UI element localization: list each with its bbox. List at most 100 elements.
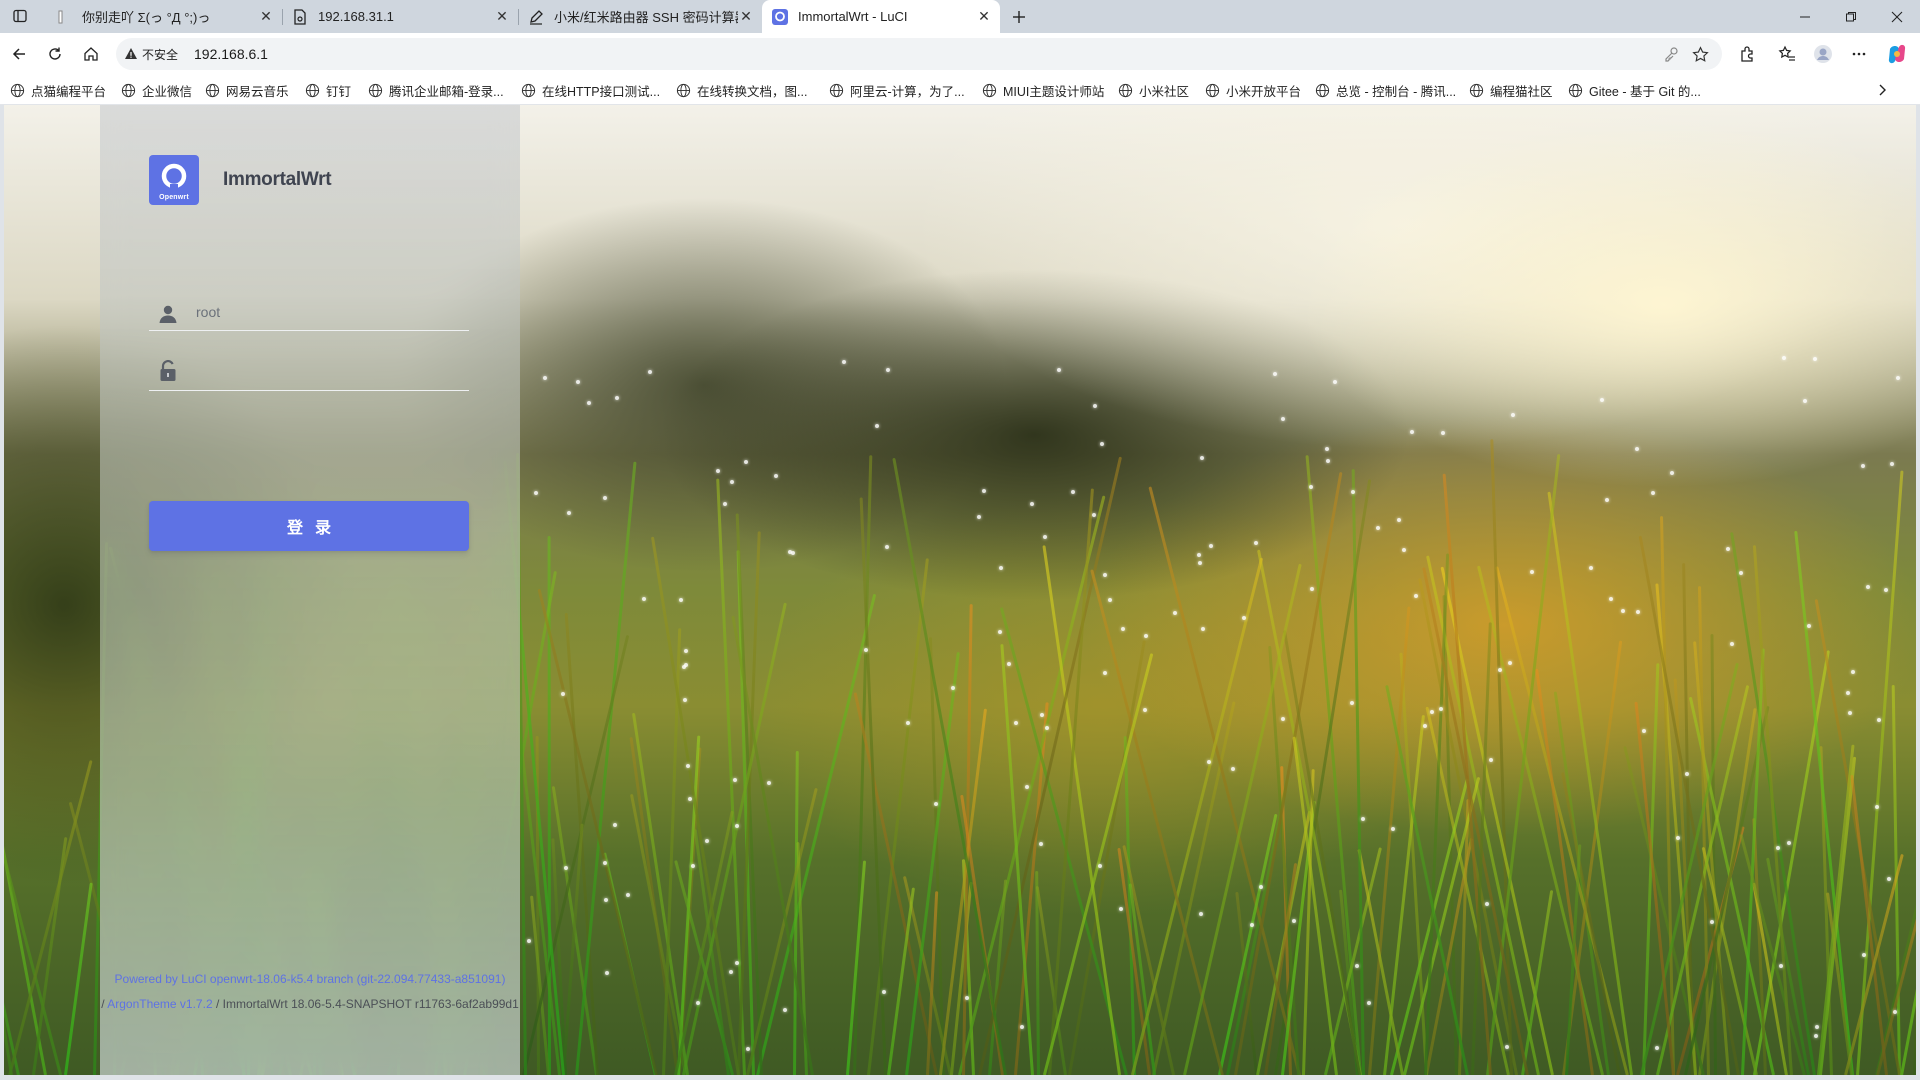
- more-menu-icon[interactable]: [1846, 41, 1872, 67]
- bookmark-item[interactable]: 企业微信: [121, 81, 192, 99]
- dew-drop: [696, 1000, 701, 1005]
- chevron-right-icon[interactable]: [1874, 81, 1892, 99]
- favorites-icon[interactable]: [1774, 41, 1800, 67]
- user-icon: [157, 303, 179, 325]
- tab-actions-icon[interactable]: [9, 6, 31, 26]
- key-icon[interactable]: [1662, 45, 1680, 63]
- copilot-icon[interactable]: [1884, 41, 1910, 67]
- home-icon[interactable]: [78, 41, 104, 67]
- tab-2[interactable]: 192.168.31.1 ✕: [282, 0, 518, 33]
- bookmark-item[interactable]: 在线HTTP接口测试...: [521, 81, 660, 99]
- dew-drop: [1814, 1034, 1819, 1039]
- dew-drop: [1815, 1024, 1820, 1029]
- dew-drop: [1635, 447, 1640, 452]
- dew-drop: [783, 1008, 788, 1013]
- dew-drop: [1093, 403, 1098, 408]
- dew-drop: [1091, 512, 1096, 517]
- login-panel: Openwrt ImmortalWrt 登录 Powered by LuCI o…: [100, 105, 520, 1075]
- username-field[interactable]: [149, 291, 469, 331]
- dew-drop: [729, 970, 734, 975]
- refresh-icon[interactable]: [42, 41, 68, 67]
- close-window-button[interactable]: [1874, 0, 1920, 33]
- grass-blade: [63, 882, 93, 1075]
- dew-drop: [1890, 462, 1895, 467]
- new-tab-button[interactable]: [1006, 4, 1032, 30]
- dew-drop: [567, 511, 572, 516]
- login-button[interactable]: 登录: [149, 501, 469, 551]
- warning-icon: [125, 48, 137, 59]
- dew-drop: [683, 697, 688, 702]
- bookmark-item[interactable]: 小米社区: [1118, 81, 1189, 99]
- dew-drop: [1367, 1001, 1371, 1006]
- minimize-button[interactable]: [1782, 0, 1828, 33]
- close-icon[interactable]: ✕: [738, 8, 754, 25]
- bookmark-item[interactable]: 腾讯企业邮箱-登录...: [368, 81, 504, 99]
- dew-drop: [1272, 372, 1277, 377]
- dew-drop: [1609, 597, 1614, 602]
- dew-drop: [1280, 417, 1285, 422]
- dew-drop: [934, 802, 938, 806]
- grass-blade: [859, 497, 888, 1075]
- dew-drop: [1530, 569, 1535, 574]
- tab-1[interactable]: 你别走吖 Σ(っ °Д °;)っ ✕: [46, 0, 282, 33]
- dew-drop: [1197, 553, 1202, 557]
- restore-button[interactable]: [1828, 0, 1874, 33]
- dew-drop: [950, 685, 955, 690]
- dew-drop: [1103, 670, 1108, 675]
- dew-drop: [885, 368, 890, 373]
- dew-drop: [1071, 490, 1076, 495]
- dew-drop: [981, 488, 986, 493]
- dew-drop: [1440, 431, 1445, 436]
- username-input[interactable]: [196, 299, 461, 325]
- close-icon[interactable]: ✕: [494, 8, 510, 25]
- dew-drop: [1484, 902, 1489, 907]
- dew-drop: [1098, 864, 1103, 868]
- dew-drop: [1207, 759, 1212, 764]
- dew-drop: [1201, 626, 1206, 631]
- dew-drop: [526, 938, 531, 943]
- profile-avatar-icon[interactable]: [1810, 41, 1836, 67]
- tab-4-active[interactable]: ImmortalWrt - LuCI ✕: [762, 0, 1000, 33]
- luci-powered-by-link[interactable]: Powered by LuCI openwrt-18.06-k5.4 branc…: [115, 972, 506, 986]
- dew-drop: [1802, 399, 1807, 404]
- dew-drop: [1199, 912, 1204, 917]
- dew-drop: [1143, 707, 1148, 712]
- dew-drop: [1281, 717, 1286, 722]
- bookmark-item[interactable]: 阿里云-计算，为了...: [829, 81, 965, 99]
- dew-drop: [1642, 729, 1647, 734]
- extensions-icon[interactable]: [1734, 41, 1760, 67]
- globe-icon: [676, 83, 691, 97]
- bookmark-item[interactable]: 在线转换文档，图...: [676, 81, 807, 99]
- tab-3[interactable]: 小米/红米路由器 SSH 密码计算器 ✕: [518, 0, 762, 33]
- dew-drop: [1786, 841, 1791, 846]
- dew-drop: [1230, 766, 1235, 771]
- bookmark-item[interactable]: 编程猫社区: [1469, 81, 1553, 99]
- dew-drop: [564, 865, 569, 870]
- close-icon[interactable]: ✕: [976, 8, 992, 25]
- url-text[interactable]: 192.168.6.1: [194, 46, 268, 62]
- security-indicator[interactable]: 不安全: [124, 45, 178, 63]
- address-bar[interactable]: 不安全 192.168.6.1: [116, 38, 1722, 70]
- bookmark-item[interactable]: 总览 - 控制台 - 腾讯...: [1315, 81, 1456, 99]
- close-icon[interactable]: ✕: [258, 8, 274, 25]
- bookmark-item[interactable]: 网易云音乐: [205, 81, 289, 99]
- favorite-star-icon[interactable]: [1691, 45, 1709, 63]
- bookmark-item[interactable]: 小米开放平台: [1205, 81, 1301, 99]
- argon-theme-link[interactable]: ArgonTheme v1.7.2: [107, 997, 212, 1011]
- dew-drop: [1019, 1025, 1024, 1030]
- dew-drop: [683, 663, 688, 668]
- password-input[interactable]: [196, 359, 461, 385]
- dew-drop: [626, 893, 631, 898]
- grass-blade: [1535, 668, 1595, 1075]
- bookmark-item[interactable]: 钉钉: [305, 81, 351, 99]
- grass-blade: [1547, 491, 1633, 1075]
- bookmark-item[interactable]: 点猫编程平台: [10, 81, 106, 99]
- dew-drop: [1039, 842, 1044, 847]
- dew-drop: [1846, 691, 1851, 695]
- back-icon[interactable]: [6, 41, 32, 67]
- dew-drop: [881, 989, 886, 994]
- dew-drop: [1309, 484, 1314, 489]
- bookmark-item[interactable]: MIUI主题设计师站: [982, 81, 1104, 99]
- password-field[interactable]: [149, 351, 469, 391]
- bookmark-item[interactable]: Gitee - 基于 Git 的...: [1568, 81, 1701, 99]
